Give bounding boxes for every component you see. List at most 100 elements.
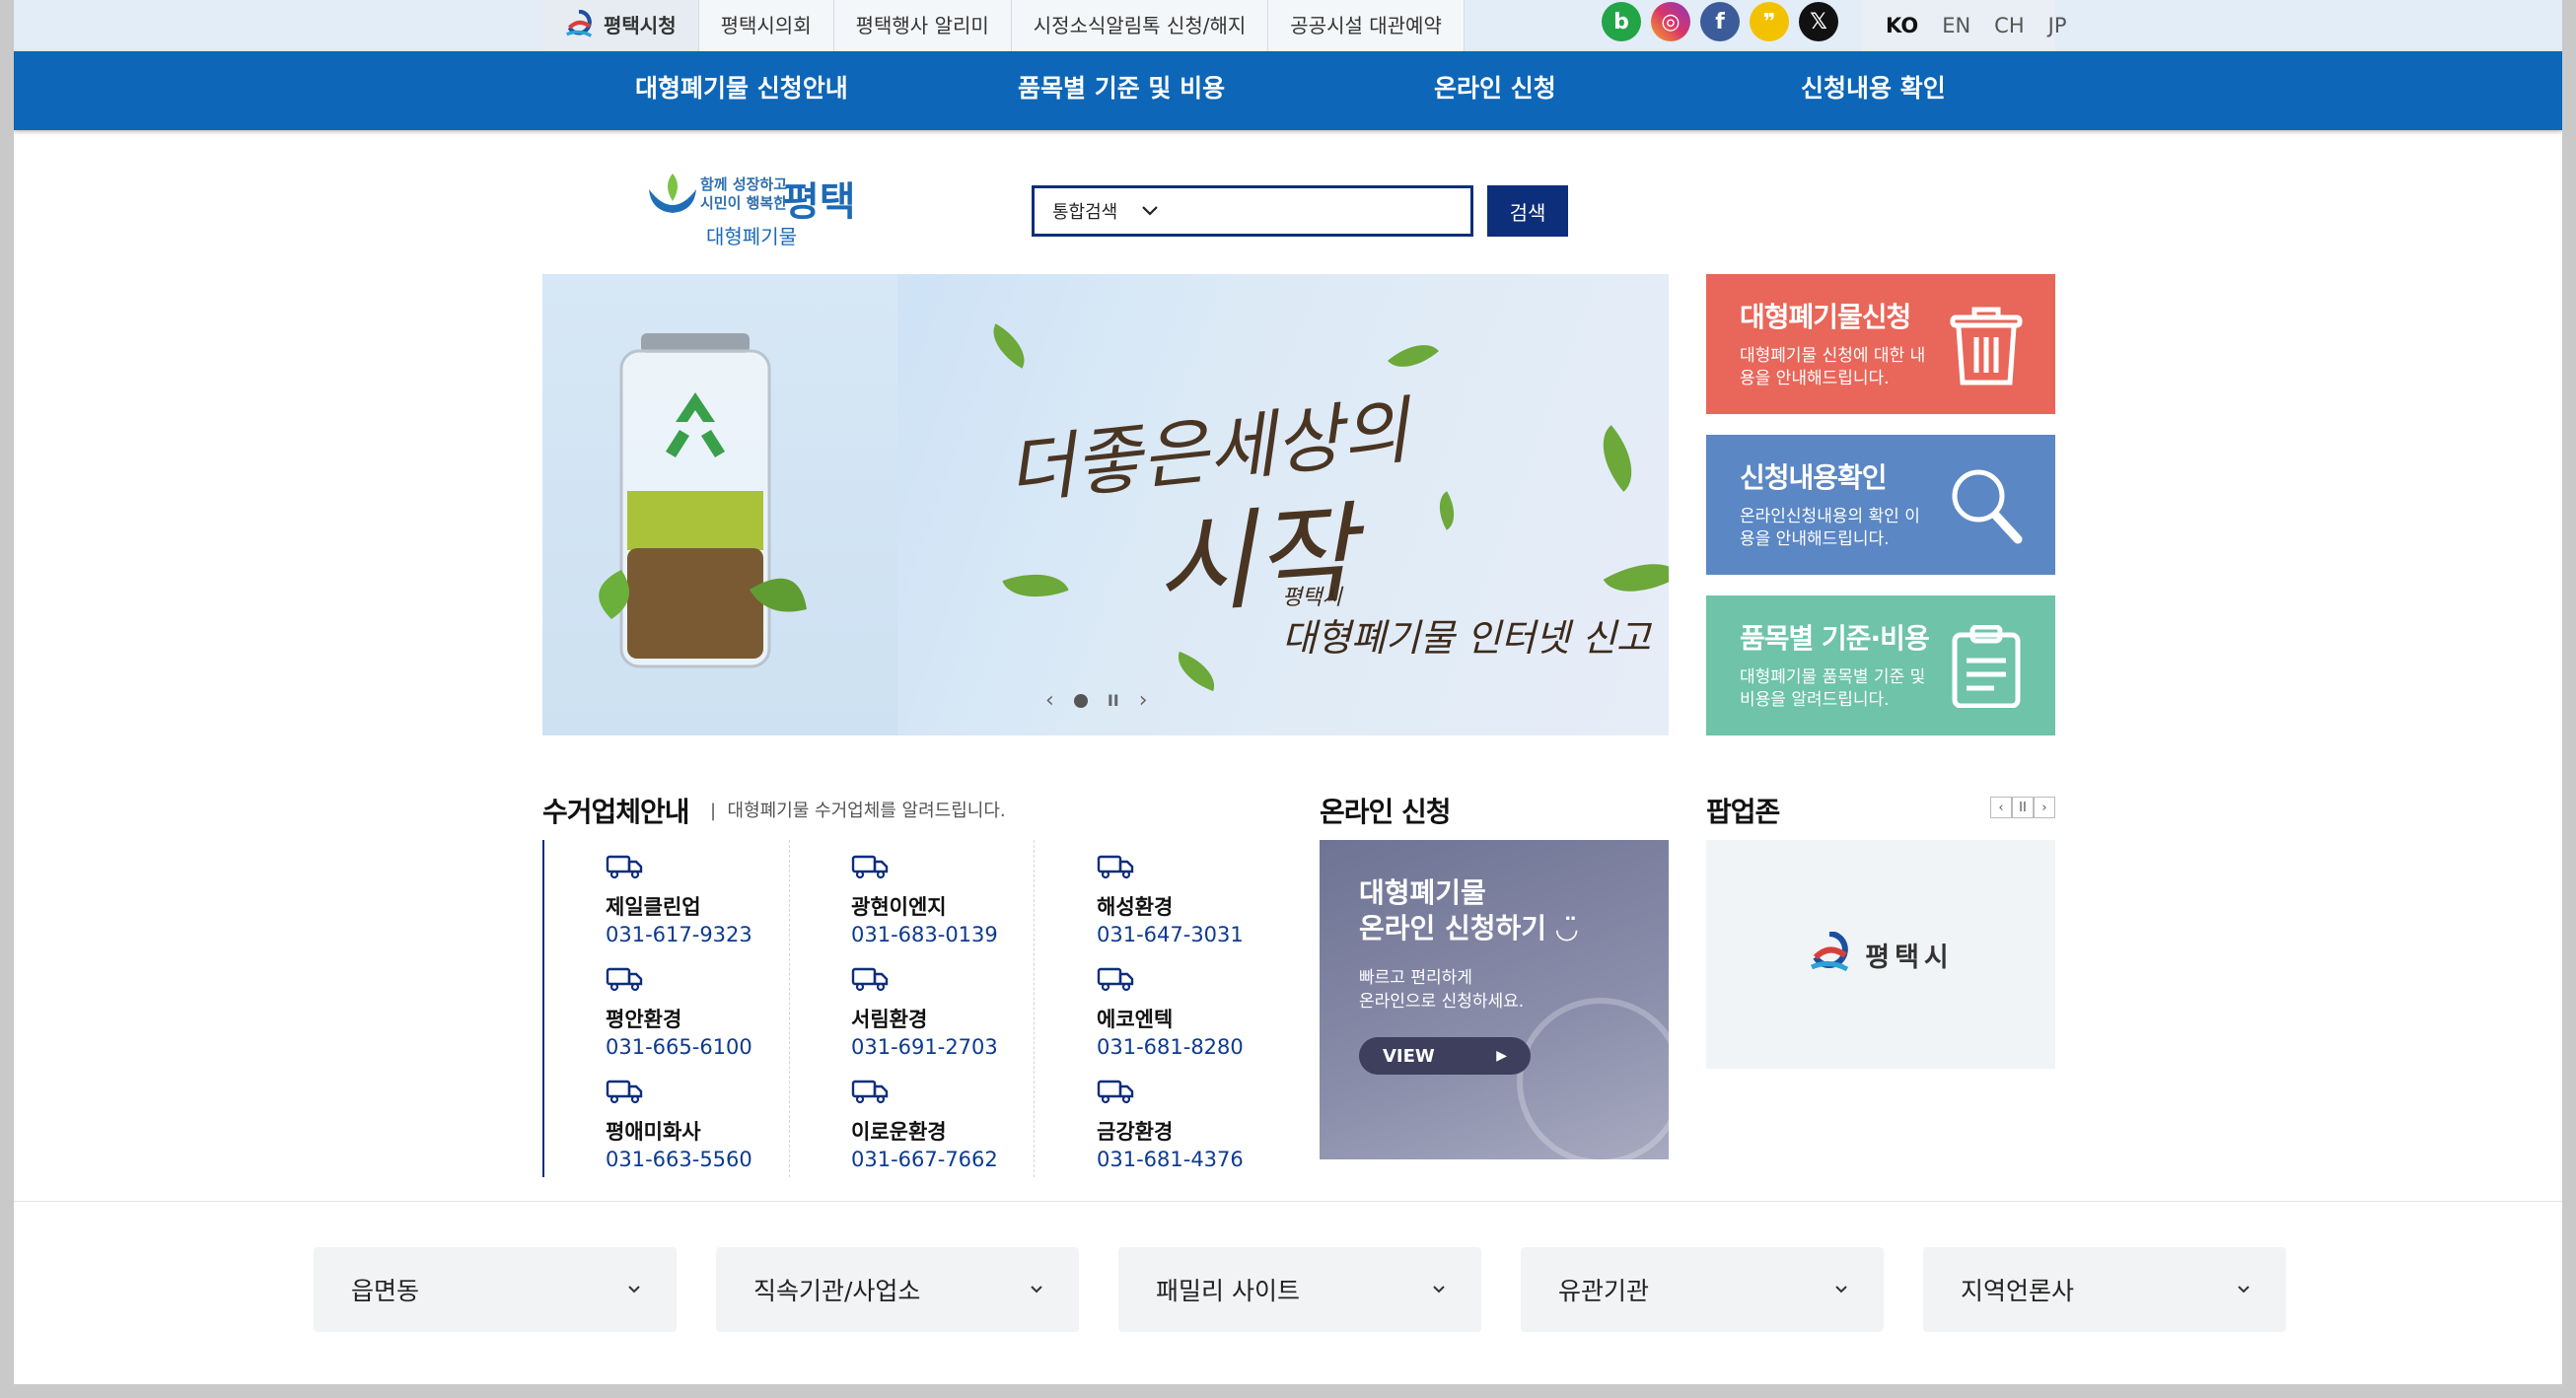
- company-name: 해성환경: [1097, 895, 1174, 919]
- company-item: 금강환경 031-681-4376: [1097, 1079, 1294, 1191]
- language-ko[interactable]: KO: [1886, 14, 1918, 37]
- nav-item-standards-costs[interactable]: 품목별 기준 및 비용: [1018, 51, 1225, 130]
- company-phone[interactable]: 031-667-7662: [851, 1148, 998, 1171]
- truck-icon: [1097, 967, 1134, 992]
- chevron-down-icon: [2238, 1286, 2250, 1293]
- footer-select-label: 직속기관/사업소: [753, 1277, 921, 1305]
- chevron-down-icon: [1835, 1286, 1847, 1293]
- company-item: 제일클린업 031-617-9323: [606, 854, 803, 966]
- clock-illustration: [1517, 998, 1669, 1159]
- footer-select-4[interactable]: 지역언론사: [1923, 1247, 2286, 1332]
- search-scope-select[interactable]: 통합검색: [1052, 198, 1159, 224]
- truck-icon: [1097, 1080, 1134, 1104]
- language-ch[interactable]: CH: [1994, 14, 2024, 37]
- online-section-title: 온라인 신청: [1320, 796, 1452, 828]
- search-box: 통합검색: [1032, 185, 1473, 237]
- footer-select-2[interactable]: 패밀리 사이트: [1118, 1247, 1481, 1332]
- company-phone[interactable]: 031-683-0139: [851, 923, 998, 946]
- company-item: 이로운환경 031-667-7662: [851, 1079, 1048, 1191]
- truck-icon: [606, 967, 643, 992]
- banner-prev-icon[interactable]: ‹: [1045, 688, 1054, 713]
- search-button[interactable]: 검색: [1487, 185, 1568, 237]
- top-link-label: 평택행사 알리미: [855, 14, 989, 37]
- top-link-label: 시정소식알림톡 신청/해지: [1033, 14, 1247, 37]
- company-name: 제일클린업: [606, 895, 701, 919]
- language-en[interactable]: EN: [1942, 14, 1970, 37]
- chevron-down-icon: [1433, 1286, 1445, 1293]
- footer: 읍면동 직속기관/사업소 패밀리 사이트 유관기관 지역언론사: [14, 1201, 2562, 1384]
- truck-icon: [1097, 855, 1134, 879]
- logo-leaf-icon: [649, 174, 696, 213]
- company-phone[interactable]: 031-663-5560: [606, 1148, 752, 1171]
- banner-pause-icon[interactable]: II: [1108, 691, 1119, 710]
- tile-application-check[interactable]: 신청내용확인 온라인신청내용의 확인 이용을 안내해드립니다.: [1706, 435, 2055, 575]
- banner-next-icon[interactable]: ›: [1139, 688, 1148, 713]
- popup-logo-text: 평택시: [1865, 942, 1954, 973]
- company-name: 광현이엔지: [851, 895, 947, 919]
- popup-pause-icon[interactable]: II: [2012, 797, 2034, 818]
- tile-description: 대형폐기물 품목별 기준 및 비용을 알려드립니다.: [1740, 667, 1926, 710]
- top-utility-bar: 평택시청 평택시의회 평택행사 알리미 시정소식알림톡 신청/해지 공공시설 대관예약 …: [14, 0, 2562, 51]
- company-item: 평안환경 031-665-6100: [606, 966, 803, 1079]
- logo-tagline: 함께 성장하고 시민이 행복한: [700, 175, 788, 212]
- top-link-4[interactable]: 공공시설 대관예약: [1268, 0, 1465, 51]
- banner-caption-large: 대형폐기물 인터넷 신고: [1282, 616, 1651, 660]
- x-icon[interactable]: 𝕏: [1799, 2, 1838, 41]
- company-phone[interactable]: 031-691-2703: [851, 1035, 998, 1059]
- main-banner[interactable]: 더좋은세상의 시작 평택시 대형폐기물 인터넷 신고 ‹ II ›: [542, 274, 1669, 735]
- company-phone[interactable]: 031-665-6100: [606, 1035, 752, 1059]
- banner-battery-panel: [542, 274, 897, 735]
- facebook-icon[interactable]: f: [1700, 2, 1740, 41]
- truck-icon: [851, 1080, 889, 1104]
- tile-description: 대형폐기물 신청에 대한 내용을 안내해드립니다.: [1740, 346, 1926, 388]
- companies-section-subtitle: | 대형폐기물 수거업체를 알려드립니다.: [710, 801, 1006, 821]
- popup-zone[interactable]: 평택시: [1706, 840, 2055, 1069]
- company-phone[interactable]: 031-617-9323: [606, 923, 752, 946]
- popup-next-icon[interactable]: ›: [2034, 797, 2055, 818]
- company-phone[interactable]: 031-681-4376: [1097, 1148, 1244, 1171]
- top-link-label: 공공시설 대관예약: [1290, 14, 1442, 37]
- tile-waste-application[interactable]: 대형폐기물신청 대형폐기물 신청에 대한 내용을 안내해드립니다.: [1706, 274, 2055, 414]
- language-jp[interactable]: JP: [2048, 14, 2067, 37]
- truck-icon: [606, 1080, 643, 1104]
- company-phone[interactable]: 031-681-8280: [1097, 1035, 1244, 1059]
- company-item: 평애미화사 031-663-5560: [606, 1079, 803, 1191]
- site-logo[interactable]: 함께 성장하고 시민이 행복한 평택 대형폐기물: [645, 170, 882, 248]
- company-item: 광현이엔지 031-683-0139: [851, 854, 1048, 966]
- nav-application-guide[interactable]: 대형폐기물 신청안내: [635, 51, 848, 130]
- tile-standards-costs[interactable]: 품목별 기준·비용 대형폐기물 품목별 기준 및 비용을 알려드립니다.: [1706, 595, 2055, 735]
- company-name: 금강환경: [1097, 1120, 1174, 1144]
- company-name: 평애미화사: [606, 1120, 701, 1144]
- view-button[interactable]: VIEW ▶: [1359, 1037, 1531, 1075]
- top-link-1[interactable]: 평택시의회: [699, 0, 834, 51]
- main-nav: 대형폐기물 신청안내 품목별 기준 및 비용 온라인 신청 신청내용 확인: [14, 51, 2562, 130]
- online-application-card[interactable]: 대형폐기물 온라인 신청하기 ◡̈ 빠르고 편리하게 온라인으로 신청하세요. VI…: [1320, 840, 1669, 1159]
- top-link-2[interactable]: 평택행사 알리미: [834, 0, 1012, 51]
- online-card-description: 빠르고 편리하게 온라인으로 신청하세요.: [1359, 968, 1525, 1012]
- footer-select-3[interactable]: 유관기관: [1521, 1247, 1884, 1332]
- footer-select-label: 패밀리 사이트: [1156, 1277, 1300, 1305]
- top-links: 평택시청 평택시의회 평택행사 알리미 시정소식알림톡 신청/해지 공공시설 대관예약: [542, 0, 1465, 51]
- popup-prev-icon[interactable]: ‹: [1990, 797, 2012, 818]
- banner-dot-indicator[interactable]: [1073, 693, 1088, 708]
- company-phone[interactable]: 031-647-3031: [1097, 923, 1244, 946]
- company-item: 에코엔텍 031-681-8280: [1097, 966, 1294, 1079]
- popup-controls: ‹ II ›: [1990, 797, 2055, 818]
- kakao-icon[interactable]: ❞: [1750, 2, 1789, 41]
- recycle-battery-illustration: [599, 333, 807, 668]
- nav-online-application[interactable]: 온라인 신청: [1434, 51, 1556, 130]
- top-link-3[interactable]: 시정소식알림톡 신청/해지: [1012, 0, 1269, 51]
- page-frame: 평택시청 평택시의회 평택행사 알리미 시정소식알림톡 신청/해지 공공시설 대관예약 …: [14, 0, 2562, 1384]
- magnifier-icon: [1952, 469, 2023, 544]
- nav-application-check[interactable]: 신청내용 확인: [1801, 51, 1946, 130]
- chevron-down-icon: [1031, 1286, 1042, 1293]
- instagram-icon[interactable]: ◎: [1651, 2, 1690, 41]
- top-link-0[interactable]: 평택시청: [542, 0, 699, 51]
- company-item: 해성환경 031-647-3031: [1097, 854, 1294, 966]
- footer-select-label: 유관기관: [1558, 1277, 1650, 1305]
- footer-select-0[interactable]: 읍면동: [314, 1247, 677, 1332]
- blog-icon[interactable]: b: [1602, 2, 1641, 41]
- footer-select-label: 읍면동: [351, 1277, 420, 1305]
- language-selector: KO EN CH JP: [1862, 0, 2067, 51]
- footer-select-1[interactable]: 직속기관/사업소: [716, 1247, 1079, 1332]
